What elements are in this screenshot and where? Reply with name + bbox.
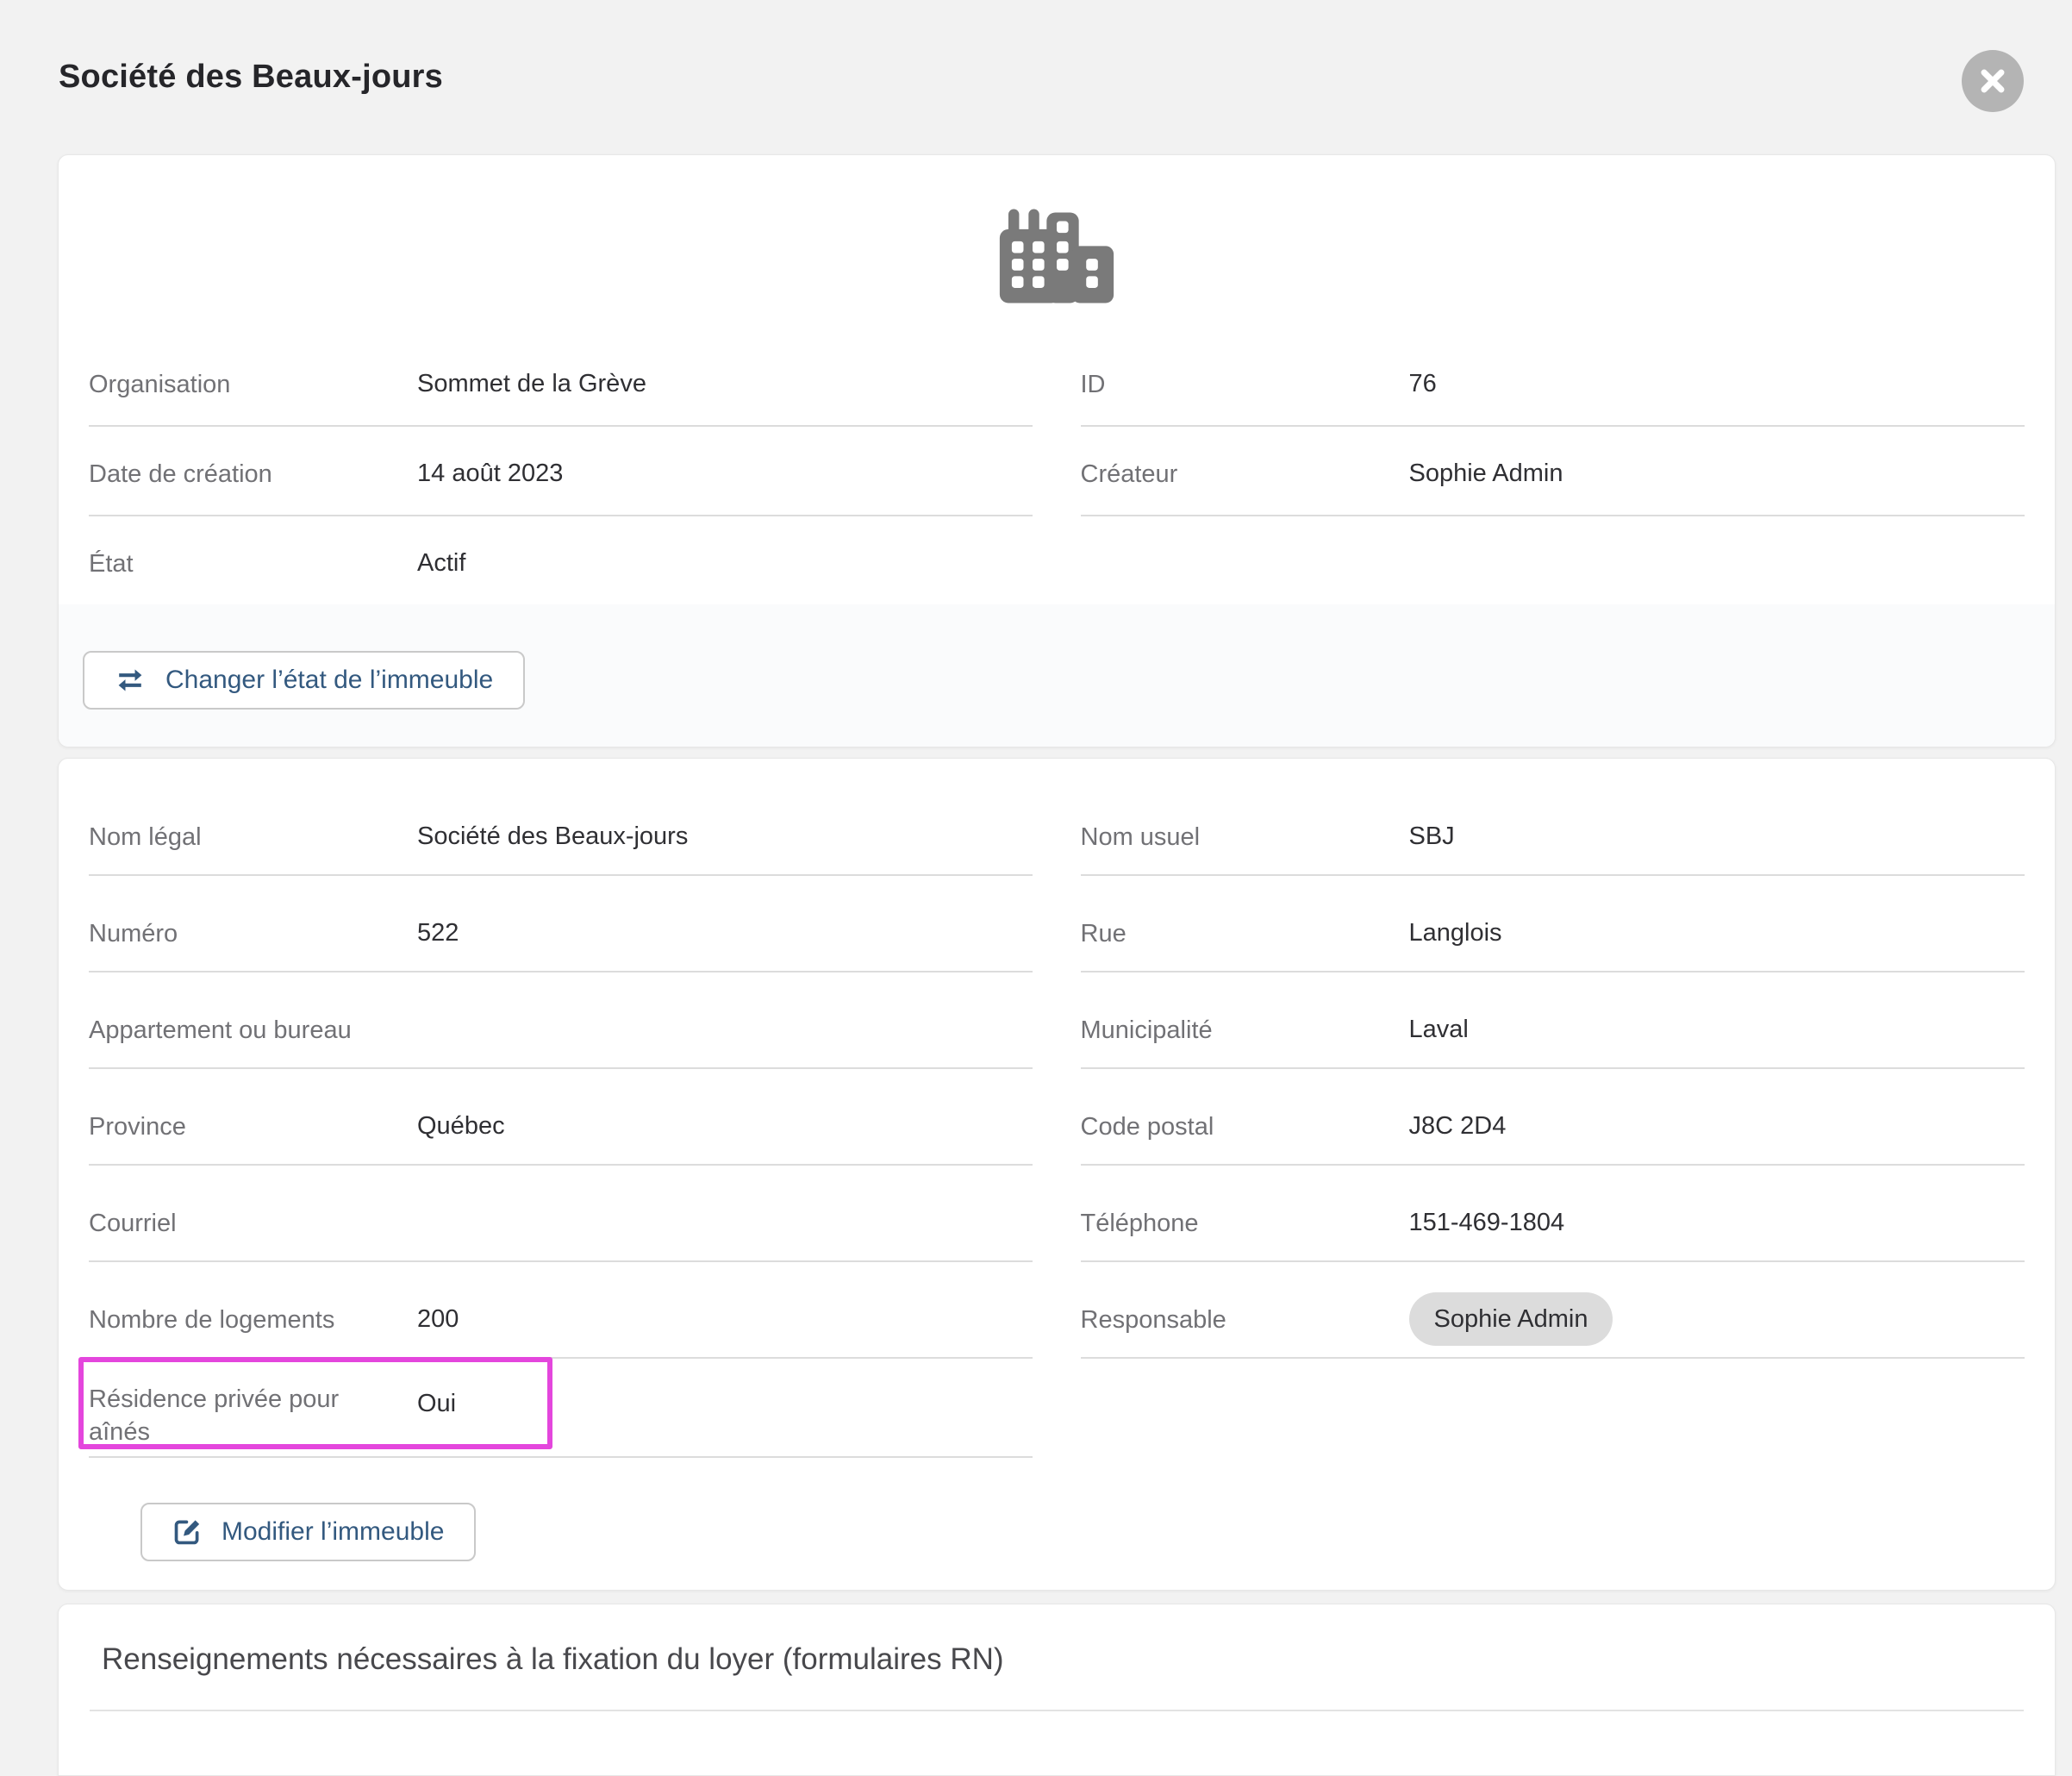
- close-icon: [1978, 66, 2007, 96]
- building-card-footer: Changer l’état de l’immeuble: [59, 604, 2055, 747]
- field-label: Nom légal: [89, 821, 417, 874]
- exchange-arrows-icon: [115, 666, 146, 694]
- edit-building-button-label: Modifier l’immeuble: [222, 1517, 444, 1547]
- field-label: Nombre de logements: [89, 1304, 417, 1357]
- page-title: Société des Beaux-jours: [59, 59, 443, 96]
- field-row-date-creation: Date de création 14 août 2023: [89, 427, 1033, 516]
- field-value: Laval: [1409, 1014, 1469, 1067]
- rn-section-card: Renseignements nécessaires à la fixation…: [58, 1604, 2056, 1776]
- field-row-numero: Numéro 522: [89, 876, 1033, 972]
- field-row-rue: Rue Langlois: [1081, 876, 2025, 972]
- field-value: 76: [1409, 368, 1437, 425]
- modal-page: { "header": { "title": "Société des Beau…: [0, 0, 2072, 1721]
- field-value: 14 août 2023: [417, 458, 563, 515]
- field-value: 200: [417, 1304, 459, 1357]
- field-row-residence-privee-aines: Résidence privée pour aînés Oui: [89, 1359, 1033, 1458]
- field-value: Québec: [417, 1110, 505, 1164]
- field-value: Sophie Admin: [1409, 1304, 1613, 1357]
- field-row-id: ID 76: [1081, 337, 2025, 427]
- field-label: Numéro: [89, 917, 417, 971]
- field-label: Créateur: [1081, 458, 1409, 515]
- field-label: Appartement ou bureau: [89, 1014, 417, 1067]
- change-state-button[interactable]: Changer l’état de l’immeuble: [83, 651, 525, 710]
- field-row-responsable: Responsable Sophie Admin: [1081, 1262, 2025, 1359]
- field-row-code-postal: Code postal J8C 2D4: [1081, 1069, 2025, 1166]
- field-value: Société des Beaux-jours: [417, 821, 688, 874]
- field-row-createur: Créateur Sophie Admin: [1081, 427, 2025, 516]
- close-button[interactable]: [1962, 50, 2024, 112]
- field-row-appartement: Appartement ou bureau: [89, 972, 1033, 1069]
- field-row-nombre-logements: Nombre de logements 200: [89, 1262, 1033, 1359]
- field-row-province: Province Québec: [89, 1069, 1033, 1166]
- field-label: Organisation: [89, 368, 417, 425]
- rn-section-divider: [90, 1710, 2024, 1711]
- field-label: Responsable: [1081, 1304, 1409, 1357]
- field-row-nom-legal: Nom légal Société des Beaux-jours: [89, 779, 1033, 876]
- field-label: Date de création: [89, 458, 417, 515]
- field-label: Municipalité: [1081, 1014, 1409, 1067]
- field-value: Actif: [417, 547, 465, 604]
- details-fields-grid: Nom légal Société des Beaux-jours Numéro…: [59, 759, 2055, 1458]
- field-value: 522: [417, 917, 459, 971]
- field-label: État: [89, 547, 417, 604]
- building-summary-card: Organisation Sommet de la Grève Date de …: [58, 154, 2056, 747]
- field-row-municipalite: Municipalité Laval: [1081, 972, 2025, 1069]
- field-label: Province: [89, 1110, 417, 1164]
- modal-header: Société des Beaux-jours: [0, 0, 2072, 154]
- field-label: Résidence privée pour aînés: [89, 1383, 417, 1456]
- building-details-card: Nom légal Société des Beaux-jours Numéro…: [58, 758, 2056, 1591]
- field-value: 151-469-1804: [1409, 1207, 1565, 1260]
- field-value: Langlois: [1409, 917, 1502, 971]
- edit-pencil-icon: [172, 1517, 202, 1547]
- field-label: Nom usuel: [1081, 821, 1409, 874]
- field-label: Code postal: [1081, 1110, 1409, 1164]
- field-row-nom-usuel: Nom usuel SBJ: [1081, 779, 2025, 876]
- field-value: J8C 2D4: [1409, 1110, 1507, 1164]
- building-icon: [59, 155, 2055, 302]
- field-value: Sophie Admin: [1409, 458, 1563, 515]
- change-state-button-label: Changer l’état de l’immeuble: [165, 666, 493, 695]
- field-label: ID: [1081, 368, 1409, 425]
- field-row-etat: État Actif: [89, 516, 2025, 606]
- rn-section-title: Renseignements nécessaires à la fixation…: [102, 1642, 2055, 1677]
- building-fields-grid: Organisation Sommet de la Grève Date de …: [59, 337, 2055, 516]
- field-value: Oui: [417, 1383, 456, 1456]
- responsable-badge: Sophie Admin: [1409, 1292, 1613, 1346]
- field-label: Courriel: [89, 1207, 417, 1260]
- field-value: Sommet de la Grève: [417, 368, 646, 425]
- field-row-organisation: Organisation Sommet de la Grève: [89, 337, 1033, 427]
- field-label: Téléphone: [1081, 1207, 1409, 1260]
- field-value: SBJ: [1409, 821, 1455, 874]
- edit-building-button[interactable]: Modifier l’immeuble: [140, 1503, 476, 1561]
- field-row-courriel: Courriel: [89, 1166, 1033, 1262]
- field-label: Rue: [1081, 917, 1409, 971]
- field-row-telephone: Téléphone 151-469-1804: [1081, 1166, 2025, 1262]
